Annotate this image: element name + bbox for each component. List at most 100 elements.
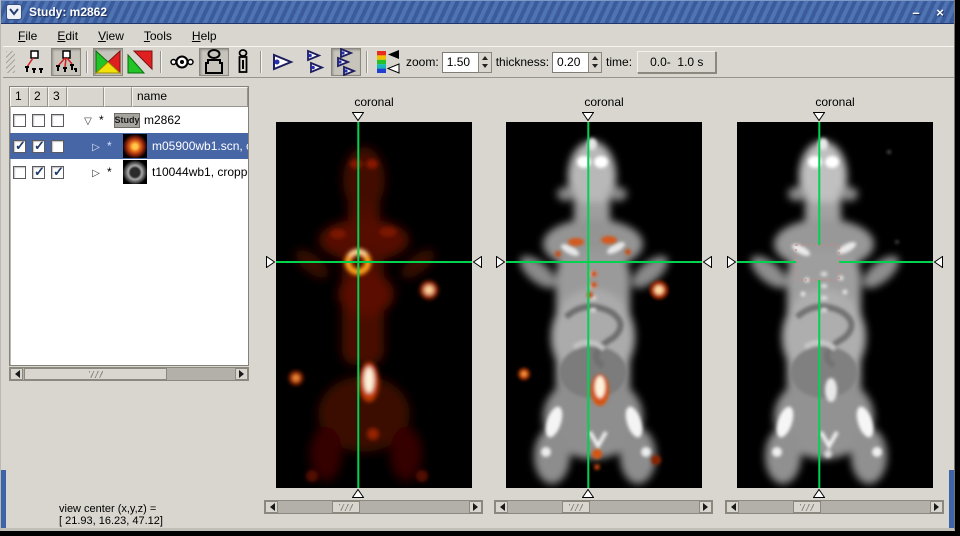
view3-checkbox[interactable] <box>51 140 64 153</box>
scroll-right-button[interactable] <box>699 501 712 513</box>
slice-marker-bottom[interactable] <box>352 489 364 498</box>
slice-marker-right[interactable] <box>934 256 943 268</box>
column-header-expander[interactable] <box>67 87 104 107</box>
scrollbar-thumb[interactable] <box>793 501 821 513</box>
view-single-button[interactable] <box>267 48 297 76</box>
time-label: time: <box>606 55 632 69</box>
study-icon: Study <box>114 113 140 128</box>
slice-marker-top[interactable] <box>813 112 825 121</box>
view1-orientation-label: coronal <box>276 95 472 109</box>
view1-checkbox[interactable] <box>13 114 26 127</box>
minimize-button[interactable]: – <box>906 3 926 21</box>
chevron-down-icon <box>9 8 19 16</box>
toolbar-grip[interactable] <box>6 51 15 73</box>
colormap-button[interactable] <box>373 48 403 76</box>
view3-checkbox[interactable] <box>51 114 64 127</box>
menu-file[interactable]: File <box>8 27 47 45</box>
toolbar-separator <box>160 51 162 73</box>
threshold-multi-button[interactable] <box>51 48 81 76</box>
column-header-1[interactable]: 1 <box>10 87 29 107</box>
zoom-input[interactable]: 1.50 <box>442 52 478 73</box>
interp-nearest-button[interactable] <box>93 48 123 76</box>
toolbar-separator <box>260 51 262 73</box>
menu-edit[interactable]: Edit <box>47 27 88 45</box>
menubar: File Edit View Tools Help <box>2 25 955 46</box>
toolbar-separator <box>366 51 368 73</box>
thickness-down-button[interactable] <box>589 62 601 72</box>
expander-icon[interactable] <box>84 113 92 127</box>
view3-canvas[interactable] <box>737 122 933 488</box>
view2-checkbox[interactable] <box>32 140 45 153</box>
triangle-right-icon <box>473 503 482 511</box>
fused-scan-image <box>506 122 702 488</box>
scrollbar-track[interactable] <box>278 501 469 513</box>
window-menu-button[interactable] <box>6 4 22 20</box>
slice-marker-left[interactable] <box>266 256 275 268</box>
expander-icon[interactable] <box>92 165 100 179</box>
scroll-left-button[interactable] <box>495 501 508 513</box>
time-button[interactable]: 0.0- 1.0 s <box>637 51 716 73</box>
column-header-3[interactable]: 3 <box>48 87 67 107</box>
tree-row-pet[interactable]: * m05900wb1.scn, cropped <box>10 133 248 159</box>
threshold-single-button[interactable] <box>19 48 49 76</box>
slice-marker-left[interactable] <box>496 256 505 268</box>
column-header-name[interactable]: name <box>132 87 248 107</box>
scrollbar-track[interactable] <box>23 368 235 380</box>
thickness-input[interactable]: 0.20 <box>552 52 588 73</box>
scroll-right-button[interactable] <box>235 368 248 380</box>
thickness-up-button[interactable] <box>589 53 601 63</box>
column-header-icon[interactable] <box>104 87 132 107</box>
view2-checkbox[interactable] <box>32 166 45 179</box>
tree-row-study[interactable]: * Study m2862 <box>10 107 248 133</box>
zoom-down-button[interactable] <box>479 62 491 72</box>
ct-scan-image <box>737 122 933 488</box>
slice-marker-bottom[interactable] <box>582 489 594 498</box>
scrollbar-thumb[interactable] <box>24 368 167 380</box>
column-header-2[interactable]: 2 <box>29 87 48 107</box>
slice-marker-left[interactable] <box>727 256 736 268</box>
triangle-left-icon <box>496 503 505 511</box>
scrollbar-track[interactable] <box>508 501 699 513</box>
scroll-right-button[interactable] <box>469 501 482 513</box>
target-button[interactable] <box>167 48 197 76</box>
menu-tools[interactable]: Tools <box>134 27 182 45</box>
view3-checkbox[interactable] <box>51 166 64 179</box>
view2-orientation-label: coronal <box>506 95 702 109</box>
view1-checkbox[interactable] <box>13 140 26 153</box>
scroll-left-button[interactable] <box>726 501 739 513</box>
app-window: Study: m2862 – × File Edit View Tools He… <box>0 0 955 531</box>
view2-checkbox[interactable] <box>32 114 45 127</box>
close-button[interactable]: × <box>930 3 950 21</box>
view1-canvas[interactable] <box>276 122 472 488</box>
menu-help[interactable]: Help <box>182 27 227 45</box>
body-slim-button[interactable] <box>231 48 255 76</box>
slice-marker-top[interactable] <box>582 112 594 121</box>
toolbar-separator <box>86 51 88 73</box>
window-corner-right[interactable] <box>949 470 954 528</box>
zoom-label: zoom: <box>406 55 439 69</box>
slice-marker-right[interactable] <box>703 256 712 268</box>
scrollbar-thumb[interactable] <box>562 501 590 513</box>
scroll-left-button[interactable] <box>10 368 23 380</box>
expander-icon[interactable] <box>92 139 100 153</box>
scrollbar-track[interactable] <box>739 501 930 513</box>
menu-view[interactable]: View <box>88 27 134 45</box>
view2-canvas[interactable] <box>506 122 702 488</box>
interp-trilinear-button[interactable] <box>125 48 155 76</box>
view1-checkbox[interactable] <box>13 166 26 179</box>
slice-marker-top[interactable] <box>352 112 364 121</box>
window-corner-left[interactable] <box>1 470 6 528</box>
body-slim-icon <box>234 48 252 76</box>
scroll-right-button[interactable] <box>930 501 943 513</box>
colormap-icon <box>375 49 401 75</box>
slice-marker-right[interactable] <box>473 256 482 268</box>
view-linked-3-button[interactable] <box>331 48 361 76</box>
slice-marker-bottom[interactable] <box>813 489 825 498</box>
body-outline-button[interactable] <box>199 48 229 76</box>
view-linked-2-button[interactable] <box>299 48 329 76</box>
tree-row-ct[interactable]: * t10044wb1, cropped <box>10 159 248 185</box>
data-tree: 1 2 3 name * Study m2862 * m05900wb1.scn… <box>9 86 249 366</box>
scroll-left-button[interactable] <box>265 501 278 513</box>
zoom-up-button[interactable] <box>479 53 491 63</box>
scrollbar-thumb[interactable] <box>332 501 360 513</box>
